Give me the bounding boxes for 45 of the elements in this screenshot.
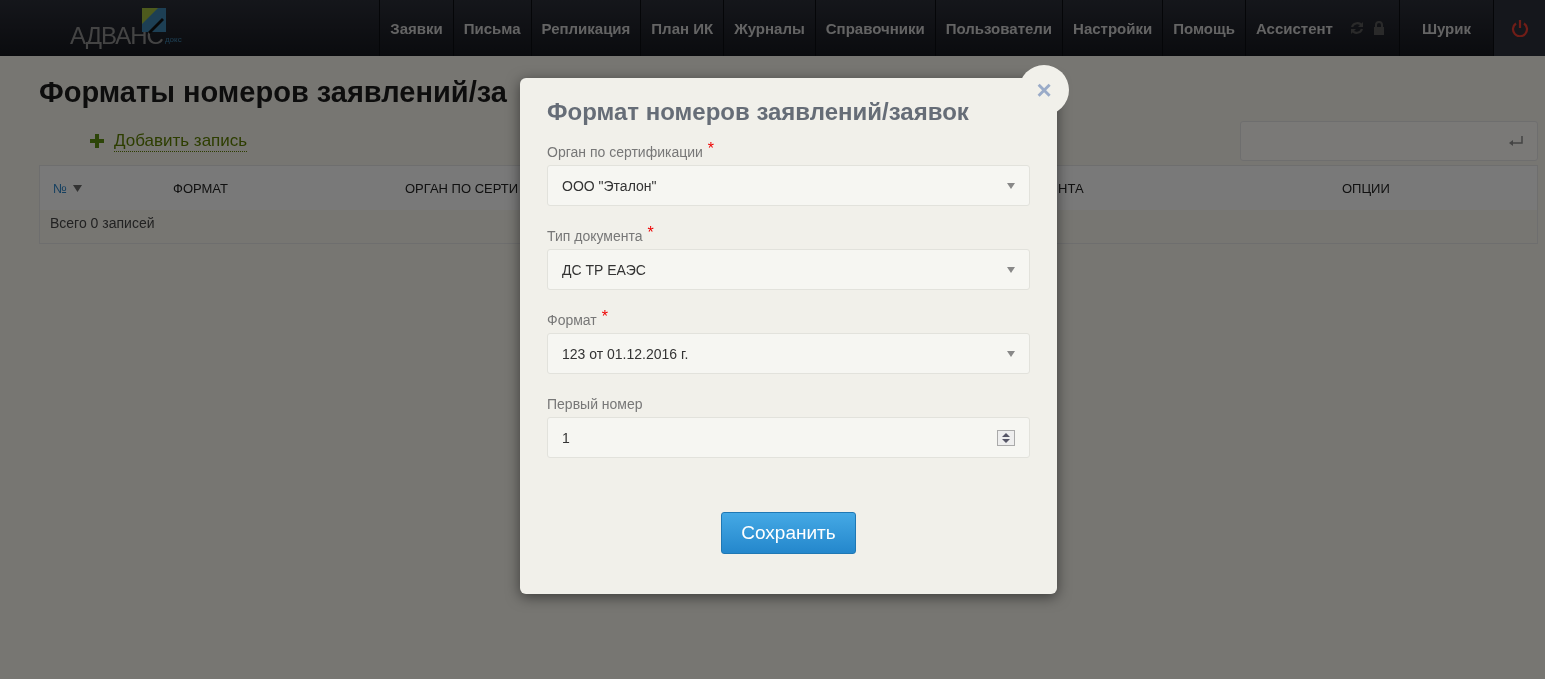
search-field[interactable] <box>1240 121 1538 161</box>
nav-link[interactable]: Журналы <box>723 0 815 56</box>
field-label: Тип документа <box>547 228 643 244</box>
nav-link[interactable]: Ассистент <box>1244 0 1343 56</box>
column-header: ОПЦИИ <box>1342 180 1390 196</box>
column-header: ОРГАН ПО СЕРТИ <box>405 180 519 196</box>
nav-link[interactable]: Пользователи <box>934 0 1063 56</box>
spinner-icon[interactable] <box>997 429 1015 446</box>
nav-link[interactable]: Помощь <box>1162 0 1245 56</box>
lock-icon[interactable] <box>1372 21 1385 35</box>
field-label: Первый номер <box>547 396 643 412</box>
sort-caret-icon[interactable] <box>72 184 82 192</box>
close-button[interactable]: × <box>1019 65 1069 115</box>
save-button[interactable]: Сохранить <box>721 512 856 554</box>
field-label: Формат <box>547 312 597 328</box>
nav-link[interactable]: Письма <box>452 0 531 56</box>
power-button[interactable] <box>1493 0 1545 56</box>
required-mark: * <box>647 224 654 243</box>
dropdown-caret-icon <box>1007 266 1015 273</box>
required-mark: * <box>707 140 715 159</box>
field-label: Орган по сертификации <box>547 144 703 160</box>
dialog-title: Формат номеров заявлений/заявок <box>547 98 970 126</box>
required-mark: * <box>601 308 608 327</box>
logo-subtext: докс <box>164 35 182 44</box>
column-header: ФОРМАТ <box>173 180 228 196</box>
nav-link[interactable]: Справочники <box>814 0 935 56</box>
enter-icon <box>1509 136 1523 146</box>
nav-link[interactable]: Настройки <box>1062 0 1163 56</box>
column-header: НТА <box>1058 180 1084 196</box>
nav-link[interactable]: План ИК <box>640 0 724 56</box>
column-header[interactable]: № <box>53 180 67 196</box>
power-icon <box>1510 19 1529 37</box>
select-field[interactable]: ООО "Эталон" <box>547 165 1030 206</box>
dropdown-caret-icon <box>1007 350 1015 357</box>
nav-link[interactable]: Репликация <box>530 0 641 56</box>
add-record-link[interactable]: Добавить запись <box>114 130 248 152</box>
plus-icon <box>90 134 104 148</box>
page-title: Форматы номеров заявлений/за <box>39 76 507 109</box>
nav-link[interactable]: Заявки <box>379 0 453 56</box>
select-field[interactable]: 123 от 01.12.2016 г. <box>547 333 1030 374</box>
select-field[interactable]: ДС ТР ЕАЭС <box>547 249 1030 290</box>
sync-icon[interactable] <box>1348 21 1365 35</box>
number-field[interactable]: 1 <box>547 417 1030 458</box>
dropdown-caret-icon <box>1007 182 1015 189</box>
record-count: Всего 0 записей <box>50 215 155 231</box>
